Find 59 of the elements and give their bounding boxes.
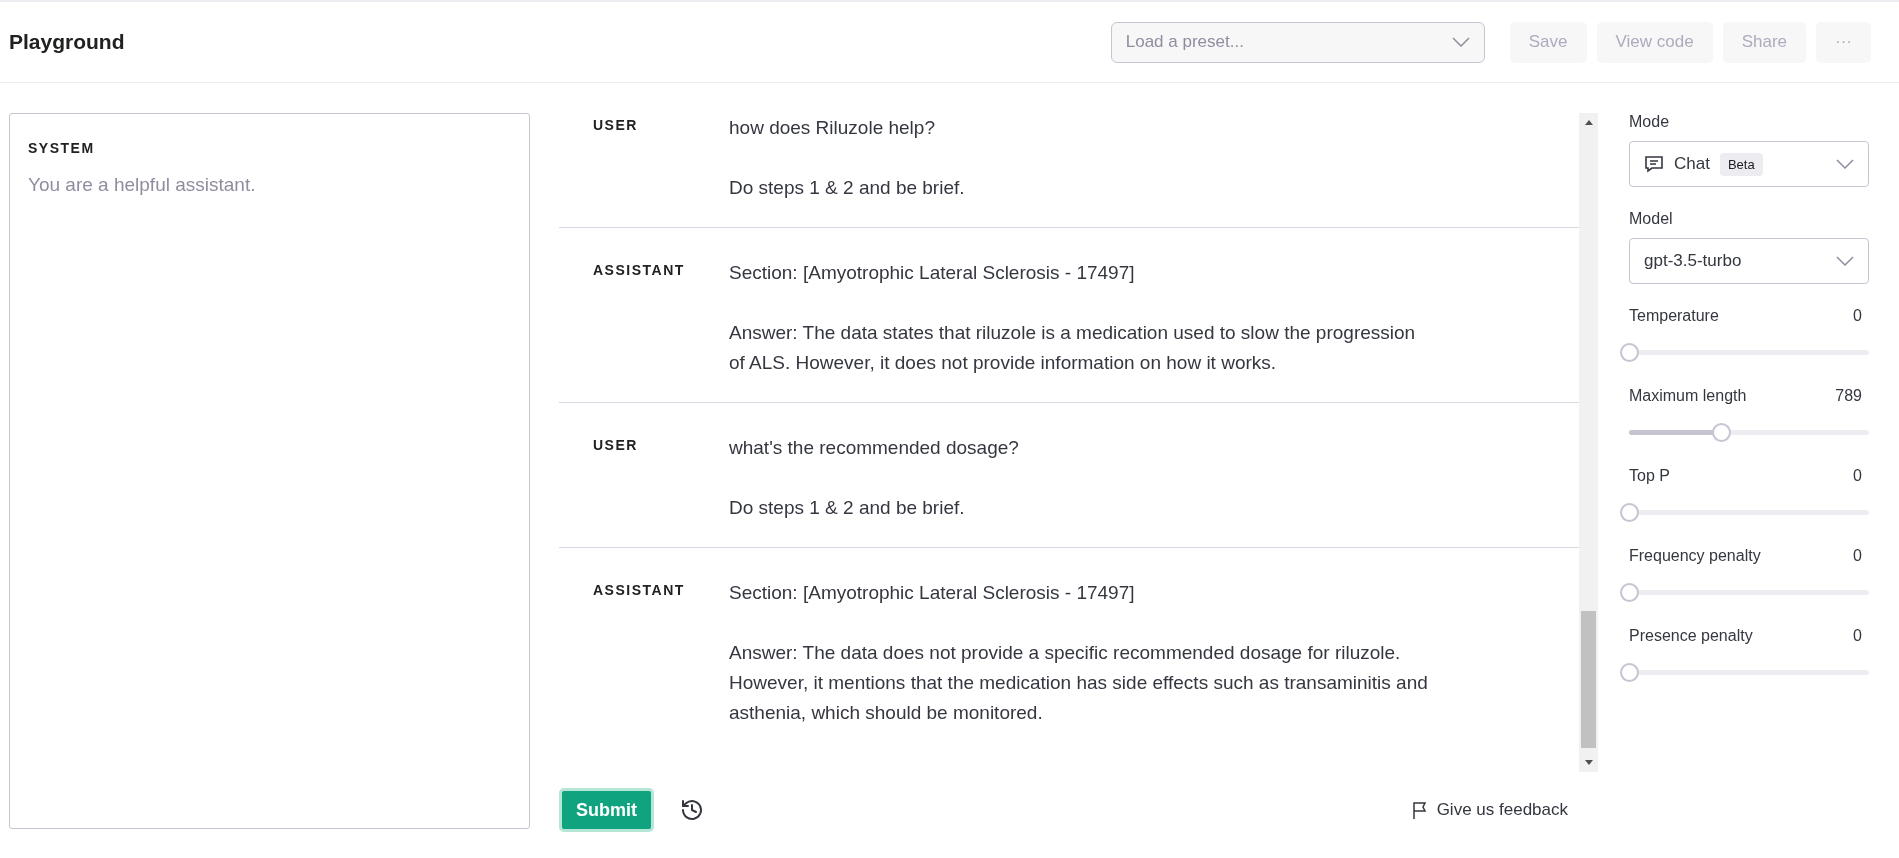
- scroll-down-arrow-icon[interactable]: [1584, 760, 1593, 766]
- slider-value: 0: [1853, 307, 1862, 325]
- model-dropdown[interactable]: gpt-3.5-turbo: [1629, 238, 1869, 284]
- toolbar-button[interactable]: Save: [1509, 21, 1587, 63]
- slider-value: 0: [1853, 467, 1862, 485]
- slider-value: 789: [1835, 387, 1862, 405]
- slider-label: Top P: [1629, 467, 1670, 485]
- slider-label: Presence penalty: [1629, 627, 1753, 645]
- toolbar-button[interactable]: View code: [1596, 21, 1713, 63]
- message-text: Section: [Amyotrophic Lateral Sclerosis - 17497]: [729, 261, 1136, 285]
- message-text: how does Riluzole help?: [729, 116, 936, 140]
- mode-label: Mode: [1629, 113, 1671, 131]
- more-button[interactable]: ···: [1816, 21, 1871, 63]
- slider-thumb[interactable]: [1620, 583, 1639, 602]
- model-label: Model: [1629, 210, 1674, 228]
- beta-badge: Beta: [1719, 152, 1763, 176]
- mode-dropdown[interactable]: Chat Beta: [1629, 141, 1869, 187]
- system-label: SYSTEM: [28, 140, 96, 156]
- feedback-link[interactable]: Give us feedback: [1412, 800, 1568, 820]
- slider-thumb[interactable]: [1620, 343, 1639, 362]
- slider-label: Maximum length: [1629, 387, 1747, 405]
- history-icon: [680, 798, 704, 822]
- message-role: ASSISTANT: [593, 261, 686, 280]
- slider-value: 0: [1853, 547, 1862, 565]
- submit-button[interactable]: Submit: [559, 788, 654, 832]
- slider-label: Frequency penalty: [1629, 547, 1761, 565]
- chevron-down-icon: [1836, 256, 1854, 266]
- slider-value: 0: [1853, 627, 1862, 645]
- page-title: Playground: [9, 30, 126, 54]
- slider-thumb[interactable]: [1620, 663, 1639, 682]
- preset-dropdown[interactable]: Load a preset...: [1110, 21, 1485, 63]
- slider-label: Temperature: [1629, 307, 1719, 325]
- slider-thumb[interactable]: [1620, 503, 1639, 522]
- flag-icon: [1412, 801, 1427, 819]
- chevron-down-icon: [1451, 37, 1470, 47]
- mode-value: Chat: [1674, 154, 1710, 174]
- message-text: Do steps 1 & 2 and be brief.: [729, 496, 966, 520]
- chevron-down-icon: [1836, 159, 1854, 169]
- message-text: what's the recommended dosage?: [729, 436, 1020, 460]
- message-text: Answer: The data states that riluzole is a medication used to slow the progression of ALS. However, it does not provide information on how it works.: [729, 321, 1417, 375]
- slider[interactable]: [1620, 503, 1869, 522]
- chat-icon: [1644, 155, 1664, 173]
- slider-thumb[interactable]: [1712, 423, 1732, 442]
- message-text: Section: [Amyotrophic Lateral Sclerosis - 17497]: [729, 581, 1136, 605]
- system-prompt-field[interactable]: SYSTEM You are a helpful assistant.: [9, 113, 530, 829]
- slider[interactable]: [1620, 663, 1869, 682]
- toolbar-button[interactable]: Share: [1722, 21, 1806, 63]
- scroll-up-arrow-icon[interactable]: [1584, 119, 1593, 125]
- message-text: Do steps 1 & 2 and be brief.: [729, 176, 966, 200]
- message-text: Answer: The data does not provide a specific recommended dosage for riluzole. However, it mentions that the medication has side effects such as transaminitis and asthenia, which should be monitored.: [729, 641, 1429, 725]
- model-value: gpt-3.5-turbo: [1644, 251, 1742, 271]
- scrollbar-thumb[interactable]: [1581, 611, 1596, 748]
- feedback-text: Give us feedback: [1436, 800, 1568, 820]
- slider[interactable]: [1620, 343, 1869, 362]
- scrollbar[interactable]: [1579, 113, 1598, 772]
- message-role: ASSISTANT: [593, 581, 686, 600]
- message-role: USER: [593, 436, 639, 455]
- slider[interactable]: [1620, 583, 1869, 602]
- message-role: USER: [593, 116, 639, 135]
